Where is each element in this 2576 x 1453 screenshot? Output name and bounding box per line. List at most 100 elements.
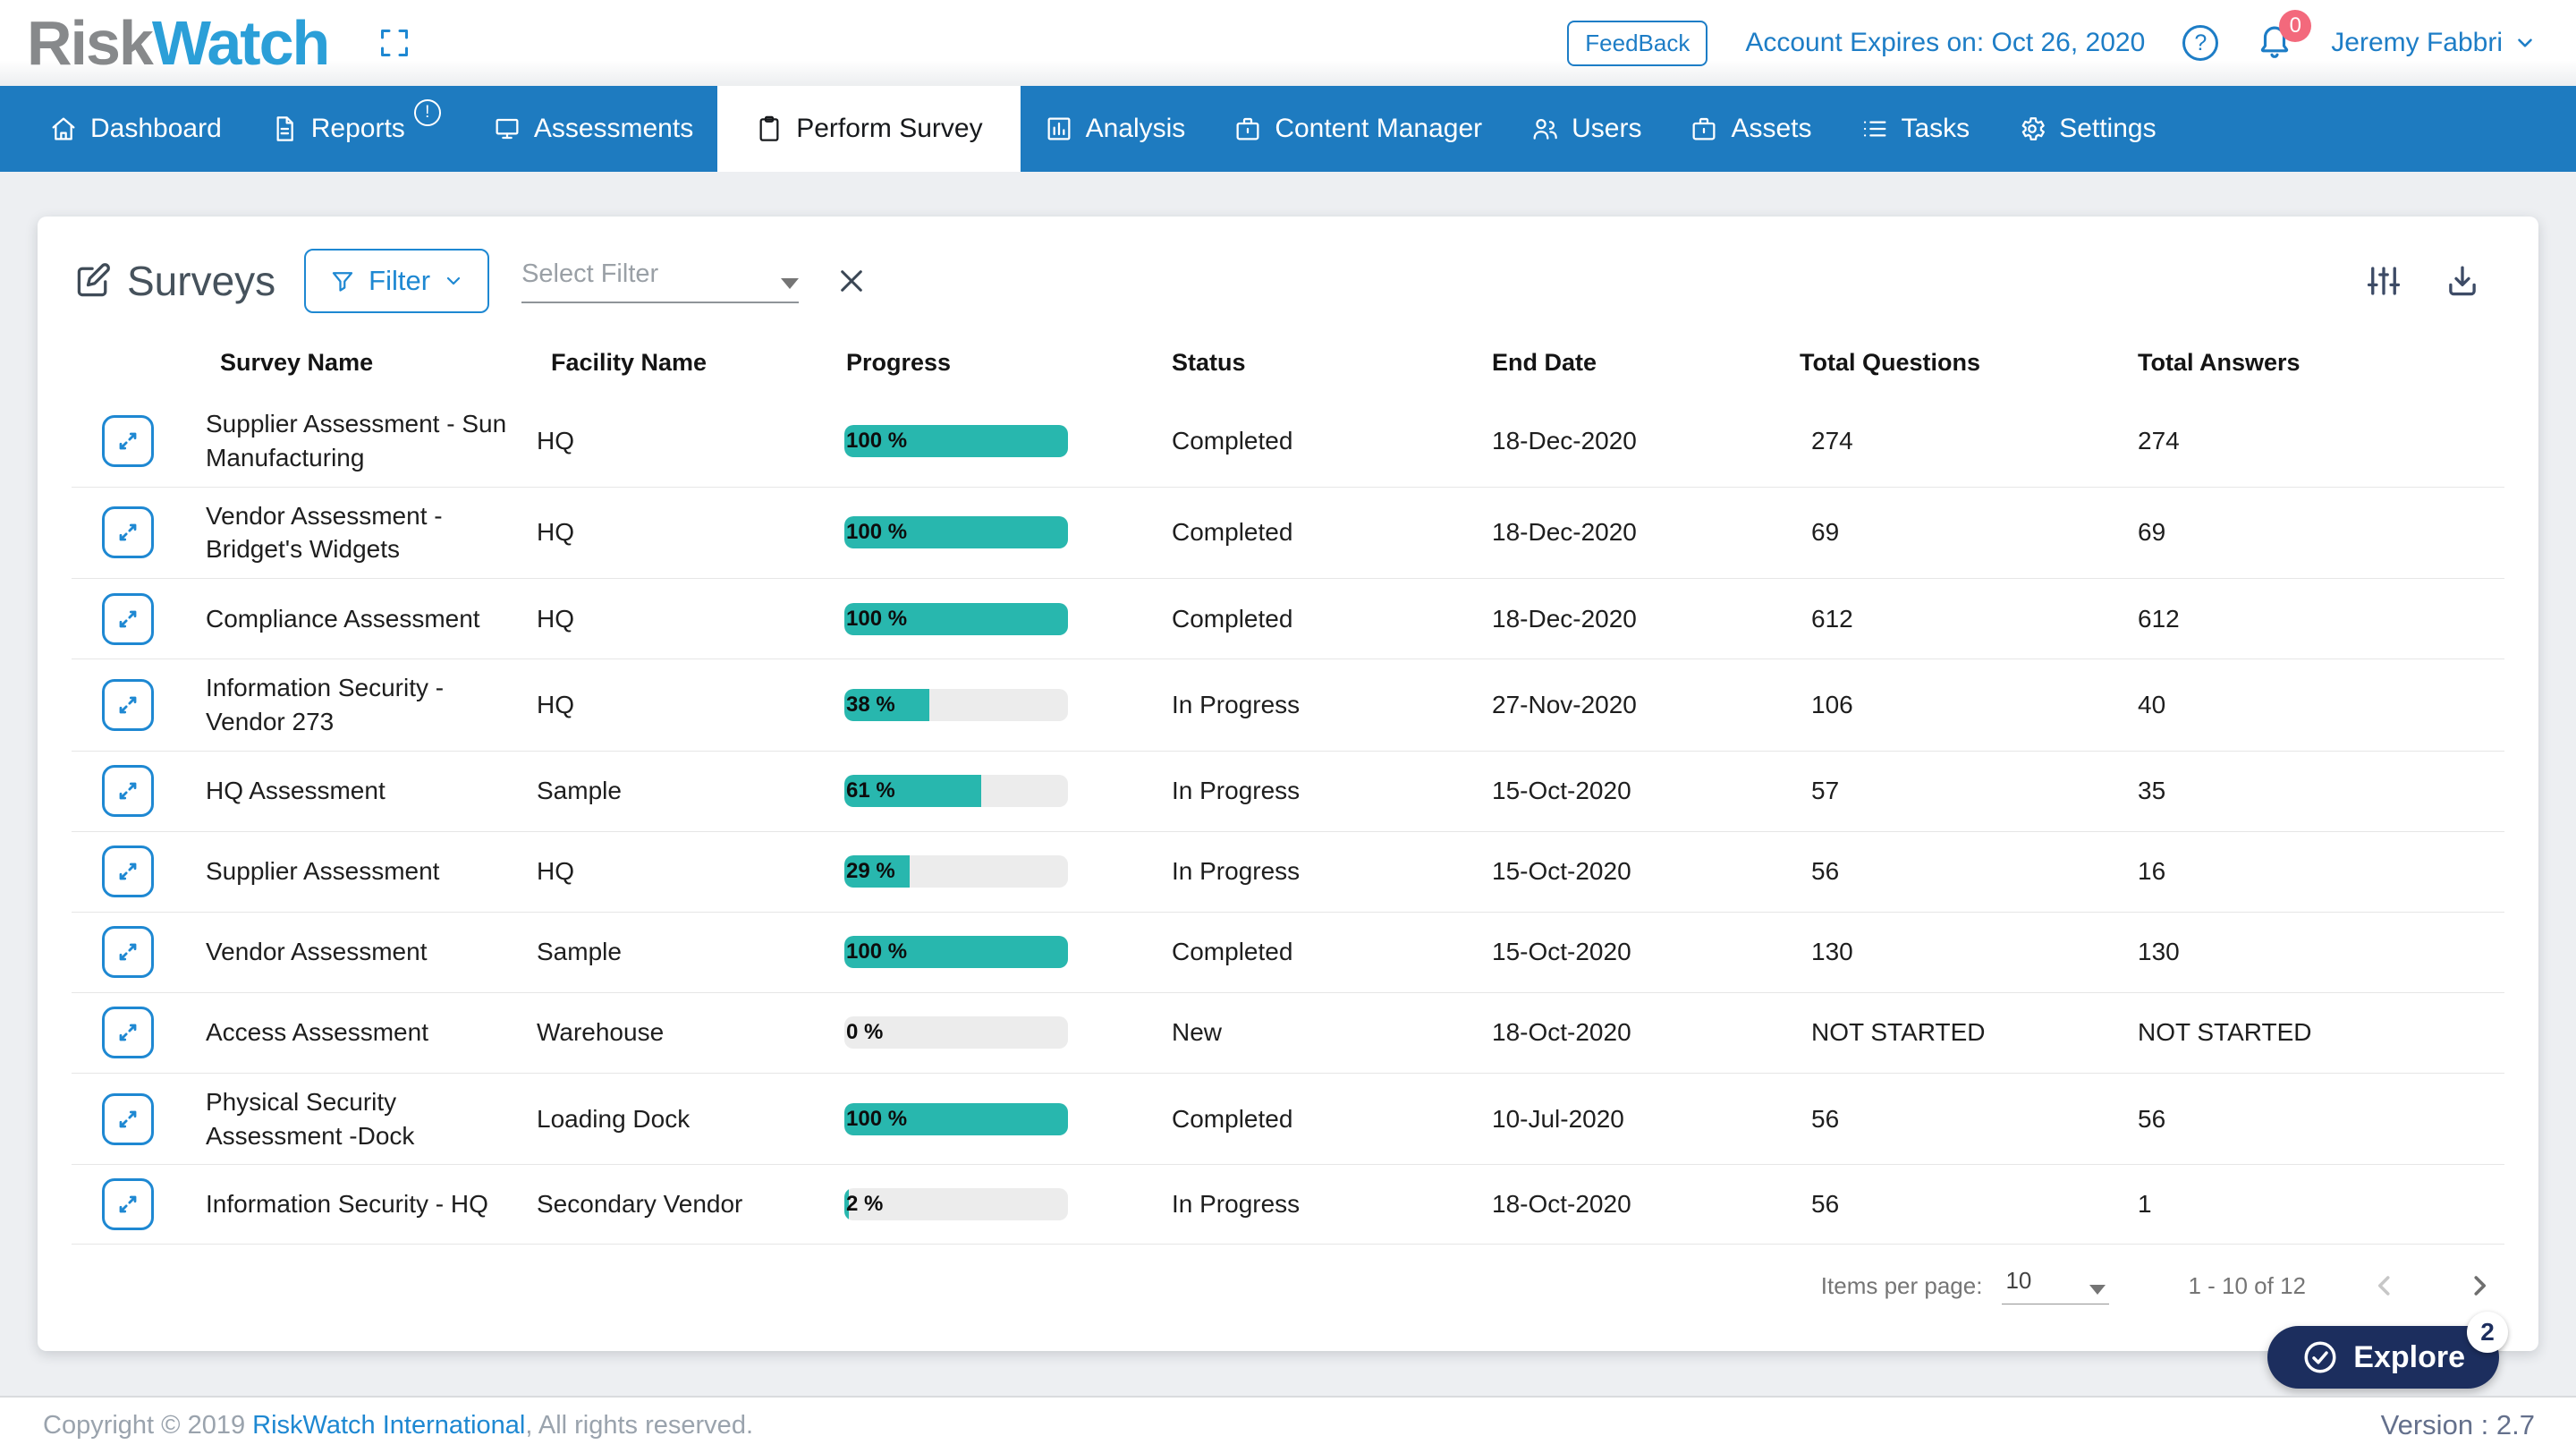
copyright-text: Copyright © 2019 RiskWatch International… (43, 1411, 753, 1440)
progress-bar: 100 % (844, 936, 1068, 968)
progress-bar: 100 % (844, 425, 1068, 457)
notifications-button[interactable]: 0 (2256, 22, 2293, 64)
nav-item-assessments[interactable]: Assessments (469, 86, 717, 172)
select-filter-placeholder: Select Filter (521, 259, 658, 289)
status-cell: In Progress (1127, 691, 1431, 719)
status-cell: Completed (1127, 938, 1431, 966)
briefcase-icon (1690, 115, 1718, 143)
briefcase-icon (1233, 115, 1262, 143)
account-expiry-text: Account Expires on: Oct 26, 2020 (1745, 28, 2145, 58)
total-questions-cell: 56 (1762, 1190, 2120, 1219)
copyright-suffix: , All rights reserved. (525, 1411, 753, 1440)
expand-row-button[interactable] (102, 765, 154, 817)
table-row: Supplier Assessment HQ 29 % In Progress … (72, 831, 2504, 912)
expand-row-button[interactable] (102, 1007, 154, 1058)
end-date-cell: 27-Nov-2020 (1431, 691, 1762, 719)
survey-name-cell: HQ Assessment (206, 774, 537, 808)
expand-row-button[interactable] (102, 1178, 154, 1230)
explore-label: Explore (2353, 1340, 2465, 1375)
facility-name-cell: HQ (537, 518, 823, 547)
list-icon (1860, 115, 1889, 143)
expand-icon (114, 1105, 142, 1134)
nav-item-label: Users (1572, 114, 1641, 144)
nav-item-settings[interactable]: Settings (1994, 86, 2180, 172)
expand-row-button[interactable] (102, 845, 154, 897)
table-row: HQ Assessment Sample 61 % In Progress 15… (72, 751, 2504, 831)
progress-label: 100 % (846, 520, 907, 545)
end-date-cell: 10-Jul-2020 (1431, 1105, 1762, 1134)
previous-page-button[interactable] (2368, 1270, 2401, 1302)
expand-row-button[interactable] (102, 926, 154, 978)
expand-row-button[interactable] (102, 415, 154, 467)
expand-icon (114, 1190, 142, 1219)
expand-row-button[interactable] (102, 1093, 154, 1145)
riskwatch-link[interactable]: RiskWatch International (252, 1411, 525, 1440)
user-menu[interactable]: Jeremy Fabbri (2331, 28, 2537, 58)
nav-item-content-manager[interactable]: Content Manager (1209, 86, 1506, 172)
table-row: Vendor Assessment Sample 100 % Completed… (72, 912, 2504, 992)
total-questions-cell: 106 (1762, 691, 2120, 719)
help-icon[interactable]: ? (2182, 25, 2218, 61)
total-answers-cell: 16 (2120, 857, 2504, 886)
expand-icon (114, 427, 142, 455)
end-date-cell: 18-Dec-2020 (1431, 605, 1762, 633)
filter-button[interactable]: Filter (304, 249, 489, 313)
nav-item-perform-survey[interactable]: Perform Survey (717, 86, 1020, 172)
end-date-cell: 15-Oct-2020 (1431, 938, 1762, 966)
pagination-bar: Items per page: 10 1 - 10 of 12 (72, 1245, 2504, 1327)
edit-icon (73, 261, 113, 301)
survey-name-cell: Access Assessment (206, 1015, 537, 1049)
next-page-button[interactable] (2463, 1270, 2496, 1302)
sliders-icon (2365, 262, 2402, 300)
total-questions-cell: 56 (1762, 857, 2120, 886)
expand-icon (114, 777, 142, 805)
expand-row-button[interactable] (102, 506, 154, 558)
status-cell: In Progress (1127, 1190, 1431, 1219)
total-answers-cell: 40 (2120, 691, 2504, 719)
table-row: Information Security -Vendor 273 HQ 38 %… (72, 659, 2504, 751)
select-filter-dropdown[interactable]: Select Filter (521, 259, 799, 303)
total-answers-cell: 1 (2120, 1190, 2504, 1219)
nav-item-assets[interactable]: Assets (1665, 86, 1835, 172)
expand-row-button[interactable] (102, 593, 154, 645)
total-questions-cell: 57 (1762, 777, 2120, 805)
copyright-prefix: Copyright © 2019 (43, 1411, 252, 1440)
nav-item-label: Content Manager (1275, 114, 1482, 144)
gear-icon (2018, 115, 2046, 143)
nav-item-tasks[interactable]: Tasks (1836, 86, 1995, 172)
nav-item-dashboard[interactable]: Dashboard (25, 86, 246, 172)
report-icon (270, 115, 299, 143)
progress-bar: 100 % (844, 1103, 1068, 1135)
surveys-card: Surveys Filter Select Filter (38, 217, 2538, 1351)
nav-item-label: Assessments (534, 114, 693, 144)
explore-button[interactable]: Explore 2 (2267, 1326, 2499, 1389)
total-questions-cell: 274 (1762, 427, 2120, 455)
nav-item-users[interactable]: Users (1506, 86, 1665, 172)
survey-name-cell: Supplier Assessment (206, 854, 537, 888)
dropdown-caret-icon (2089, 1285, 2106, 1295)
survey-name-cell: Vendor Assessment - Bridget's Widgets (206, 499, 537, 567)
progress-label: 0 % (846, 1020, 883, 1045)
progress-bar: 100 % (844, 516, 1068, 548)
end-date-cell: 18-Dec-2020 (1431, 427, 1762, 455)
pagination-range-label: 1 - 10 of 12 (2188, 1272, 2306, 1300)
progress-bar: 100 % (844, 603, 1068, 635)
table-row: Supplier Assessment - Sun Manufacturing … (72, 395, 2504, 487)
clear-filter-button[interactable] (835, 264, 869, 298)
explore-count-badge: 2 (2467, 1312, 2508, 1353)
items-per-page-select[interactable]: 10 (2002, 1267, 2109, 1304)
nav-item-analysis[interactable]: Analysis (1021, 86, 1210, 172)
facility-name-cell: Sample (537, 777, 823, 805)
expand-row-button[interactable] (102, 679, 154, 731)
feedback-button[interactable]: FeedBack (1567, 21, 1707, 66)
status-cell: Completed (1127, 427, 1431, 455)
column-settings-button[interactable] (2365, 262, 2402, 300)
export-button[interactable] (2444, 262, 2481, 300)
status-cell: In Progress (1127, 857, 1431, 886)
total-questions-cell: NOT STARTED (1762, 1018, 2120, 1047)
expand-icon (114, 518, 142, 547)
nav-item-reports[interactable]: Reports ! (246, 86, 469, 172)
fullscreen-icon[interactable] (378, 27, 411, 59)
filter-button-label: Filter (369, 265, 430, 297)
end-date-cell: 18-Oct-2020 (1431, 1190, 1762, 1219)
